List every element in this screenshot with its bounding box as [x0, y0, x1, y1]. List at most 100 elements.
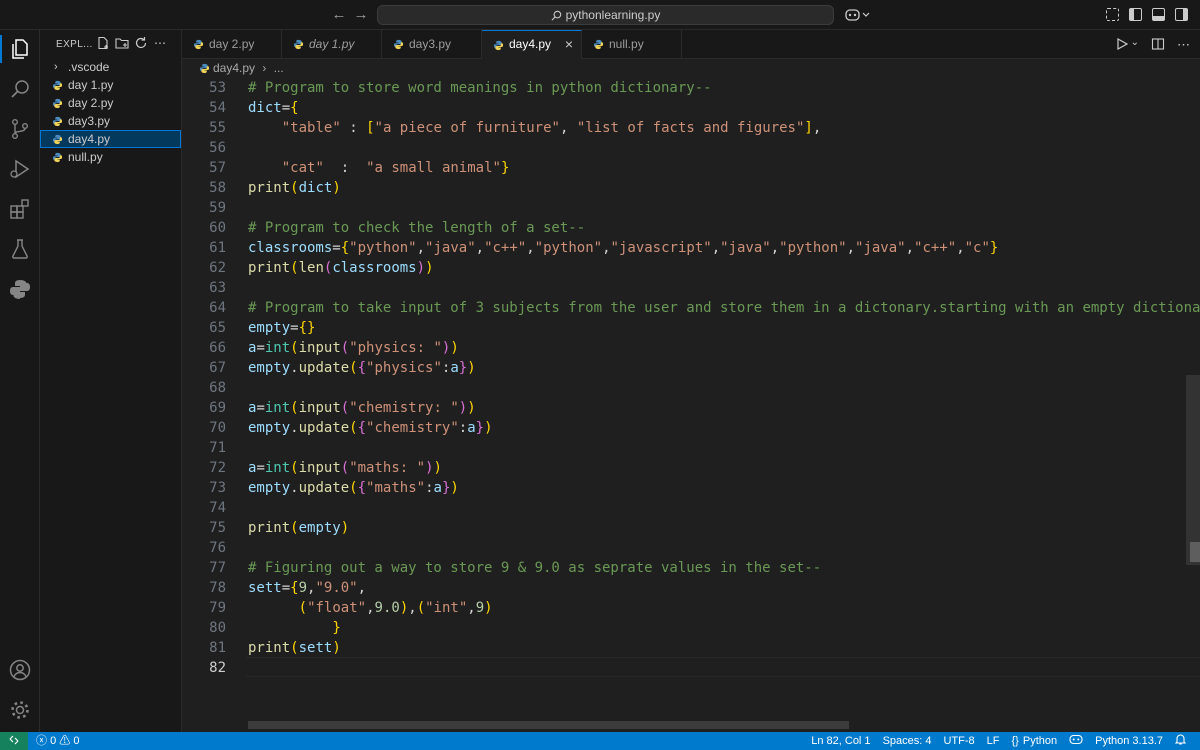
code-line[interactable]: 82	[182, 658, 1200, 678]
code-line[interactable]: 74	[182, 498, 1200, 518]
code-text: empty.update({"physics":a})	[248, 360, 476, 376]
code-text: print(empty)	[248, 520, 350, 536]
tab-day1[interactable]: day 1.py	[282, 30, 382, 59]
cursor-position[interactable]: Ln 82, Col 1	[811, 732, 870, 750]
copilot-icon[interactable]	[845, 7, 871, 23]
code-line[interactable]: 67 empty.update({"physics":a})	[182, 358, 1200, 378]
close-icon[interactable]: ×	[565, 31, 573, 58]
code-line[interactable]: 61 classrooms={"python","java","c++","pyt…	[182, 238, 1200, 258]
code-text: classrooms={"python","java","c++","pytho…	[248, 240, 999, 256]
breadcrumb-file[interactable]: day4.py	[213, 61, 255, 75]
python-icon[interactable]	[8, 277, 32, 301]
breadcrumb-separator: ›	[262, 61, 267, 75]
code-line[interactable]: 54 dict={	[182, 98, 1200, 118]
code-editor[interactable]: 53 # Program to store word meanings in py…	[182, 77, 1200, 732]
manage-gear-icon[interactable]	[8, 698, 32, 722]
end-of-line[interactable]: LF	[987, 732, 1000, 750]
back-arrow-icon[interactable]: ←	[330, 6, 348, 24]
toggle-secondary-sidebar-icon[interactable]	[1175, 8, 1188, 21]
code-line[interactable]: 70 empty.update({"chemistry":a})	[182, 418, 1200, 438]
new-file-icon[interactable]	[96, 36, 110, 50]
tree-item-null[interactable]: null.py	[40, 148, 181, 166]
tab-day4[interactable]: day4.py ×	[482, 30, 582, 59]
notifications-bell-icon[interactable]	[1174, 732, 1187, 750]
customize-layout-icon[interactable]	[1106, 8, 1119, 21]
forward-arrow-icon[interactable]: →	[352, 6, 370, 24]
code-line[interactable]: 72 a=int(input("maths: "))	[182, 458, 1200, 478]
copilot-status-icon[interactable]	[1069, 732, 1083, 750]
command-center-search[interactable]: pythonlearning.py	[377, 5, 834, 25]
remote-indicator-icon[interactable]	[0, 732, 28, 750]
run-file-icon[interactable]	[1115, 37, 1129, 54]
python-file-icon	[493, 40, 504, 51]
tree-item-day3[interactable]: day3.py	[40, 112, 181, 130]
problems-status[interactable]: ⓧ 0 ⚠ 0	[36, 732, 79, 750]
tab-day2[interactable]: day 2.py	[182, 30, 282, 59]
active-indicator	[0, 35, 2, 63]
search-icon[interactable]	[8, 77, 32, 101]
encoding[interactable]: UTF-8	[943, 732, 974, 750]
more-actions-icon[interactable]: ⋯	[153, 36, 167, 50]
code-line[interactable]: 53 # Program to store word meanings in py…	[182, 78, 1200, 98]
code-line[interactable]: 56	[182, 138, 1200, 158]
extensions-icon[interactable]	[8, 197, 32, 221]
code-line[interactable]: 66 a=int(input("physics: "))	[182, 338, 1200, 358]
code-line[interactable]: 76	[182, 538, 1200, 558]
tree-item-day2[interactable]: day 2.py	[40, 94, 181, 112]
python-file-icon	[52, 116, 63, 127]
python-file-icon	[393, 39, 404, 50]
split-editor-icon[interactable]	[1151, 37, 1165, 54]
code-line[interactable]: 64 # Program to take input of 3 subjects …	[182, 298, 1200, 318]
toggle-panel-icon[interactable]	[1152, 8, 1165, 21]
code-line[interactable]: 78 sett={9,"9.0",	[182, 578, 1200, 598]
breadcrumb-symbols[interactable]: ...	[274, 61, 284, 75]
python-file-icon	[52, 152, 63, 163]
testing-icon[interactable]	[8, 237, 32, 261]
indentation[interactable]: Spaces: 4	[883, 732, 932, 750]
code-line[interactable]: 68	[182, 378, 1200, 398]
python-interpreter[interactable]: Python 3.13.7	[1095, 732, 1163, 750]
tree-item-day1[interactable]: day 1.py	[40, 76, 181, 94]
python-file-icon	[52, 134, 63, 145]
line-number: 53	[209, 80, 226, 96]
tree-item-label: day3.py	[68, 114, 111, 128]
code-line[interactable]: 59	[182, 198, 1200, 218]
more-actions-icon[interactable]: ⋯	[1177, 37, 1190, 54]
code-line[interactable]: 73 empty.update({"maths":a})	[182, 478, 1200, 498]
tab-label: day4.py	[509, 37, 552, 51]
activity-bar	[0, 30, 40, 732]
code-line[interactable]: 65 empty={}	[182, 318, 1200, 338]
tab-day3[interactable]: day3.py	[382, 30, 482, 59]
new-folder-icon[interactable]	[115, 36, 129, 50]
code-line[interactable]: 71	[182, 438, 1200, 458]
code-line[interactable]: 77 # Figuring out a way to store 9 & 9.0 …	[182, 558, 1200, 578]
accounts-icon[interactable]	[8, 658, 32, 682]
python-file-icon	[593, 39, 604, 50]
horizontal-scrollbar[interactable]	[248, 721, 849, 729]
tree-item-day4[interactable]: day4.py	[40, 130, 181, 148]
code-line[interactable]: 55 "table" : ["a piece of furniture", "l…	[182, 118, 1200, 138]
toggle-primary-sidebar-icon[interactable]	[1129, 8, 1142, 21]
language-mode[interactable]: {} Python	[1012, 732, 1058, 750]
code-line[interactable]: 62 print(len(classrooms))	[182, 258, 1200, 278]
code-line[interactable]: 63	[182, 278, 1200, 298]
line-number: 82	[209, 660, 226, 676]
chevron-down-icon[interactable]: ⌄	[1131, 37, 1139, 54]
explorer-icon[interactable]	[8, 37, 32, 61]
tree-item-vscode-folder[interactable]: › .vscode	[40, 58, 181, 76]
code-line[interactable]: 81 print(sett)	[182, 638, 1200, 658]
code-text: # Program to take input of 3 subjects fr…	[248, 300, 1200, 316]
refresh-icon[interactable]	[134, 36, 148, 50]
code-line[interactable]: 79 ("float",9.0),("int",9)	[182, 598, 1200, 618]
line-number: 72	[209, 460, 226, 476]
tab-null[interactable]: null.py	[582, 30, 682, 59]
code-line[interactable]: 75 print(empty)	[182, 518, 1200, 538]
file-tree: › .vscode day 1.py day 2.py day3.py day4…	[40, 58, 181, 166]
code-line[interactable]: 57 "cat" : "a small animal"}	[182, 158, 1200, 178]
run-and-debug-icon[interactable]	[8, 157, 32, 181]
code-line[interactable]: 80 }	[182, 618, 1200, 638]
source-control-icon[interactable]	[8, 117, 32, 141]
code-line[interactable]: 60 # Program to check the length of a set…	[182, 218, 1200, 238]
code-line[interactable]: 69 a=int(input("chemistry: "))	[182, 398, 1200, 418]
code-line[interactable]: 58 print(dict)	[182, 178, 1200, 198]
